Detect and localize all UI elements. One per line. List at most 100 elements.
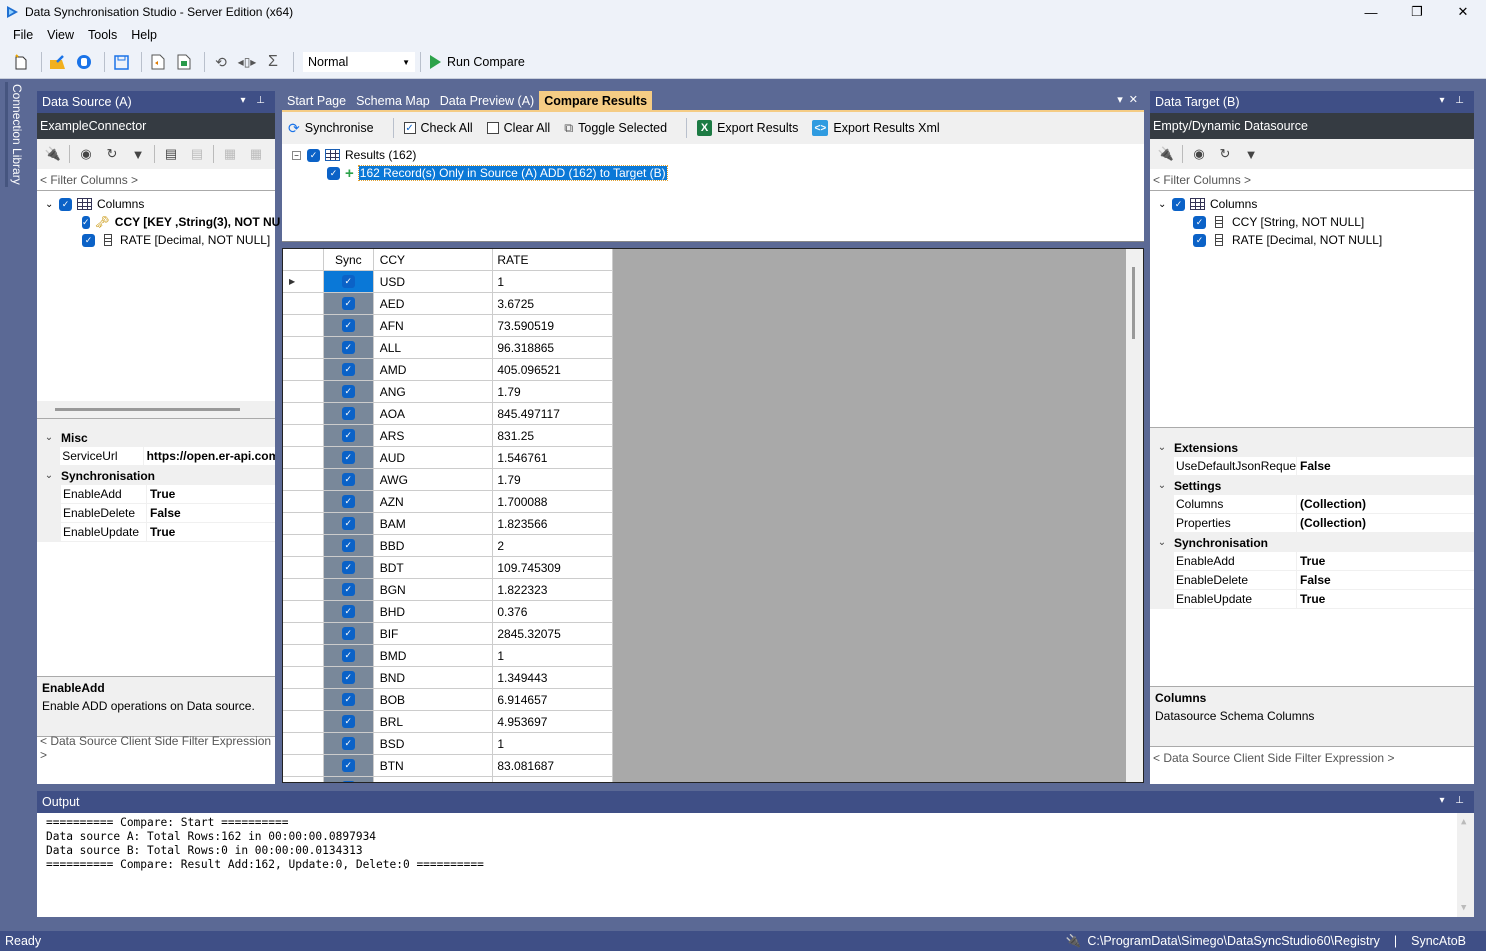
sync-checkbox[interactable]: ✓ — [341, 385, 355, 398]
filter-icon[interactable]: ▼ — [1241, 144, 1261, 164]
minimize-button[interactable]: — — [1348, 0, 1394, 24]
sync-checkbox[interactable]: ✓ — [341, 297, 355, 310]
grid-row[interactable]: ✓ BMD 1 — [283, 645, 613, 667]
panel-pin-icon[interactable]: ▾ ⊥ — [240, 95, 269, 106]
menu-help[interactable]: Help — [124, 28, 164, 42]
tab-start-page[interactable]: Start Page — [282, 91, 351, 110]
property-row[interactable]: EnableAdd True — [37, 485, 275, 504]
row-header[interactable] — [283, 733, 324, 754]
grid-row[interactable]: ✓ AUD 1.546761 — [283, 447, 613, 469]
grid-row[interactable]: ✓ BOB 6.914657 — [283, 689, 613, 711]
property-category[interactable]: ⌄ Extensions — [1150, 438, 1474, 457]
property-value[interactable]: True — [147, 487, 175, 501]
property-value[interactable]: (Collection) — [1297, 516, 1366, 530]
synchronise-button[interactable]: ⟳ Synchronise — [288, 120, 374, 137]
row-header[interactable]: ▶ — [283, 271, 324, 292]
results-child[interactable]: ✓ + 162 Record(s) Only in Source (A) ADD… — [282, 164, 1144, 182]
sync-checkbox[interactable]: ✓ — [341, 407, 355, 420]
rate-cell[interactable]: 2845.32075 — [493, 623, 613, 644]
grid-row[interactable]: ✓ BBD 2 — [283, 535, 613, 557]
chevron-down-icon[interactable]: ⌄ — [1150, 537, 1174, 548]
row-header[interactable] — [283, 645, 324, 666]
tree-item-column[interactable]: ✓ RATE [Decimal, NOT NULL] — [37, 231, 275, 249]
chevron-down-icon[interactable]: ⌄ — [1150, 442, 1174, 453]
ccy-cell[interactable]: ALL — [374, 337, 494, 358]
grid-row[interactable]: ✓ ALL 96.318865 — [283, 337, 613, 359]
property-value[interactable]: True — [147, 525, 175, 539]
ccy-cell[interactable]: AFN — [374, 315, 494, 336]
rate-cell[interactable]: 1.822323 — [493, 579, 613, 600]
grid-row[interactable]: ✓ BND 1.349443 — [283, 667, 613, 689]
rate-cell[interactable]: 405.096521 — [493, 359, 613, 380]
sync-checkbox[interactable]: ✓ — [341, 671, 355, 684]
ccy-cell[interactable]: AUD — [374, 447, 494, 468]
compare-doc-icon[interactable] — [147, 51, 169, 73]
row-header[interactable] — [283, 777, 324, 782]
grid-row[interactable]: ✓ AMD 405.096521 — [283, 359, 613, 381]
row-header[interactable] — [283, 755, 324, 776]
sync-checkbox[interactable]: ✓ — [341, 561, 355, 574]
rate-cell[interactable]: 1.349443 — [493, 667, 613, 688]
checkbox[interactable]: ✓ — [82, 215, 90, 229]
ccy-cell[interactable] — [374, 777, 494, 782]
new-icon[interactable] — [10, 51, 32, 73]
source-filter-expression-input[interactable]: < Data Source Client Side Filter Express… — [37, 734, 275, 762]
ccy-cell[interactable]: USD — [374, 271, 494, 292]
connect-icon[interactable] — [73, 51, 95, 73]
sync-checkbox[interactable]: ✓ — [341, 319, 355, 332]
export-results-button[interactable]: X Export Results — [697, 120, 798, 136]
property-value[interactable]: True — [1297, 592, 1325, 606]
grid-row[interactable]: ✓ ARS 831.25 — [283, 425, 613, 447]
rate-cell[interactable]: 1 — [493, 733, 613, 754]
ccy-cell[interactable]: BOB — [374, 689, 494, 710]
preview-eye-icon[interactable]: ◉ — [76, 144, 96, 164]
preview-eye-icon[interactable]: ◉ — [1189, 144, 1209, 164]
property-row[interactable]: ServiceUrl https://open.er-api.com — [37, 447, 275, 466]
menu-view[interactable]: View — [40, 28, 81, 42]
sync-checkbox[interactable]: ✓ — [341, 517, 355, 530]
ccy-cell[interactable]: BDT — [374, 557, 494, 578]
sync-checkbox[interactable]: ✓ — [341, 715, 355, 728]
ccy-cell[interactable]: BMD — [374, 645, 494, 666]
row-header[interactable] — [283, 557, 324, 578]
grid-row[interactable]: ✓ BTN 83.081687 — [283, 755, 613, 777]
rate-cell[interactable]: 1.79 — [493, 381, 613, 402]
open-icon[interactable] — [47, 51, 69, 73]
sync-checkbox[interactable]: ✓ — [341, 539, 355, 552]
ccy-cell[interactable]: BIF — [374, 623, 494, 644]
ccy-cell[interactable]: BGN — [374, 579, 494, 600]
row-header[interactable] — [283, 667, 324, 688]
ccy-cell[interactable]: AWG — [374, 469, 494, 490]
chevron-down-icon[interactable]: ⌄ — [1158, 199, 1172, 210]
target-filter-expression-input[interactable]: < Data Source Client Side Filter Express… — [1150, 746, 1474, 768]
grid-row[interactable]: ✓ AZN 1.700088 — [283, 491, 613, 513]
rate-cell[interactable]: 1.823566 — [493, 513, 613, 534]
split-icon[interactable]: ◂▯▸ — [236, 51, 258, 73]
property-value[interactable]: (Collection) — [1297, 497, 1366, 511]
sync-checkbox[interactable]: ✓ — [341, 341, 355, 354]
row-header[interactable] — [283, 447, 324, 468]
rate-cell[interactable]: 0.376 — [493, 601, 613, 622]
checkbox[interactable]: ✓ — [59, 197, 72, 211]
sync-checkbox[interactable]: ✓ — [341, 627, 355, 640]
tree-item-column[interactable]: ✓ CCY [String, NOT NULL] — [1150, 213, 1474, 231]
splitter[interactable] — [1150, 428, 1474, 438]
chevron-down-icon[interactable]: ⌄ — [37, 432, 61, 443]
property-value[interactable]: True — [1297, 554, 1325, 568]
grid-row[interactable]: ✓ AWG 1.79 — [283, 469, 613, 491]
rate-cell[interactable]: 73.590519 — [493, 315, 613, 336]
rate-cell[interactable]: 4.953697 — [493, 711, 613, 732]
checkbox[interactable]: ✓ — [1172, 197, 1185, 211]
export-results-xml-button[interactable]: <> Export Results Xml — [812, 120, 940, 136]
add-connection-icon[interactable]: 🔌 — [43, 144, 63, 164]
rate-cell[interactable]: 1.700088 — [493, 491, 613, 512]
grid-row[interactable]: ✓ AOA 845.497117 — [283, 403, 613, 425]
sync-checkbox[interactable]: ✓ — [341, 605, 355, 618]
results-root[interactable]: − ✓ Results (162) — [282, 146, 1144, 164]
refresh-icon[interactable]: ↻ — [102, 144, 122, 164]
rate-cell[interactable]: 1 — [493, 645, 613, 666]
rate-cell[interactable]: 3.6725 — [493, 293, 613, 314]
ccy-cell[interactable]: AED — [374, 293, 494, 314]
row-header[interactable] — [283, 601, 324, 622]
rate-cell[interactable]: 109.745309 — [493, 557, 613, 578]
